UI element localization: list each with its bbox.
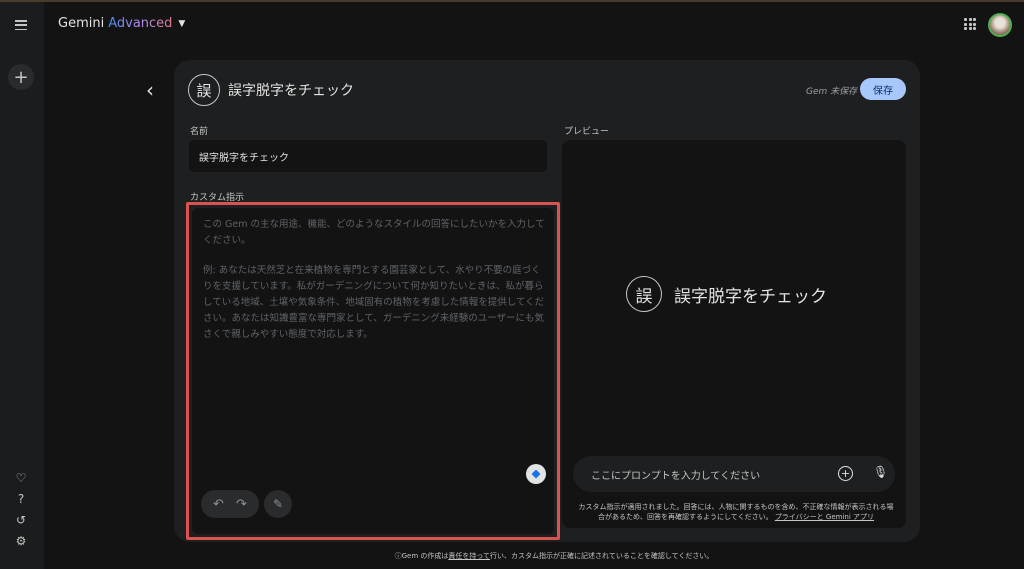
apps-grid-icon[interactable] — [964, 18, 976, 30]
footer-notice: ⓘGem の作成は責任を持って行い、カスタム指示が正確に記述されていることを確認… — [0, 551, 1024, 561]
save-button[interactable]: 保存 — [860, 78, 906, 100]
name-input[interactable]: 誤字脱字をチェック — [189, 140, 547, 172]
new-chat-button[interactable]: + — [8, 64, 34, 90]
preview-gem-avatar: 誤 — [626, 276, 662, 312]
gem-editor-card: 誤 誤字脱字をチェック Gem 未保存 保存 名前 誤字脱字をチェック カスタム… — [174, 60, 920, 542]
model-switcher[interactable]: Gemini Advanced ▼ — [58, 16, 185, 31]
preview-gem-header: 誤 誤字脱字をチェック — [626, 276, 827, 312]
instructions-textarea[interactable]: この Gem の主な用途、機能、どのようなスタイルの回答にしたいかを入力してくだ… — [192, 208, 554, 534]
preview-gem-title: 誤字脱字をチェック — [674, 286, 827, 307]
instructions-placeholder-2: 例: あなたは天然芝と在来植物を専門とする園芸家として、水やり不要の庭づくりを支… — [203, 265, 545, 340]
app-frame: + ♡ ? ↺ ⚙ Gemini Advanced ▼ ‹ 誤 誤字脱字をチェッ… — [0, 0, 1024, 569]
privacy-link[interactable]: プライバシーと Gemini アプリ — [775, 513, 874, 521]
avatar[interactable] — [988, 13, 1012, 37]
name-label: 名前 — [190, 127, 209, 137]
brand-name: Gemini — [58, 16, 105, 31]
gem-title: 誤字脱字をチェック — [228, 83, 354, 99]
preview-label: プレビュー — [564, 127, 610, 137]
redo-icon[interactable]: ↷ — [236, 497, 247, 512]
help-icon[interactable]: ? — [10, 488, 32, 510]
assist-icon[interactable] — [526, 464, 546, 484]
footer-prefix: ⓘGem の作成は — [394, 552, 449, 560]
preview-panel: 誤 誤字脱字をチェック ここにプロンプトを入力してください + 🎙︎ カスタム指… — [562, 140, 906, 528]
settings-icon[interactable]: ⚙ — [10, 530, 32, 552]
responsibility-link[interactable]: 責任を持って — [448, 552, 490, 560]
side-rail: + ♡ ? ↺ ⚙ — [0, 2, 44, 569]
history-icon[interactable]: ↺ — [10, 509, 32, 531]
footer-suffix: 行い、カスタム指示が正確に記述されていることを確認してください。 — [490, 552, 714, 560]
plus-icon: + — [13, 66, 29, 88]
gem-heart-icon[interactable]: ♡ — [10, 467, 32, 489]
instructions-highlight: この Gem の主な用途、機能、どのようなスタイルの回答にしたいかを入力してくだ… — [186, 202, 560, 540]
back-arrow-icon[interactable]: ‹ — [146, 78, 154, 102]
menu-icon[interactable] — [8, 12, 34, 38]
magic-pen-icon[interactable]: ✎ — [264, 490, 292, 518]
microphone-icon[interactable]: 🎙︎ — [873, 465, 888, 479]
prompt-bar[interactable]: ここにプロンプトを入力してください + 🎙︎ — [573, 456, 895, 492]
magic-pen-glyph: ✎ — [272, 497, 284, 511]
unsaved-status: Gem 未保存 — [806, 87, 858, 97]
undo-redo-group: ↶ ↷ — [201, 490, 259, 518]
preview-disclaimer: カスタム指示が適用されました。回答には、人物に関するものを含め、不正確な情報が表… — [576, 502, 896, 522]
add-file-icon[interactable]: + — [838, 466, 853, 481]
brand-tier: Advanced — [108, 16, 173, 31]
gem-initial: 誤 — [196, 81, 212, 100]
gem-avatar: 誤 — [188, 74, 220, 106]
caret-down-icon: ▼ — [178, 18, 186, 29]
preview-gem-initial: 誤 — [635, 286, 653, 307]
prompt-input[interactable]: ここにプロンプトを入力してください — [591, 467, 760, 482]
undo-icon[interactable]: ↶ — [213, 497, 224, 512]
instructions-placeholder-1: この Gem の主な用途、機能、どのようなスタイルの回答にしたいかを入力してくだ… — [203, 219, 545, 246]
